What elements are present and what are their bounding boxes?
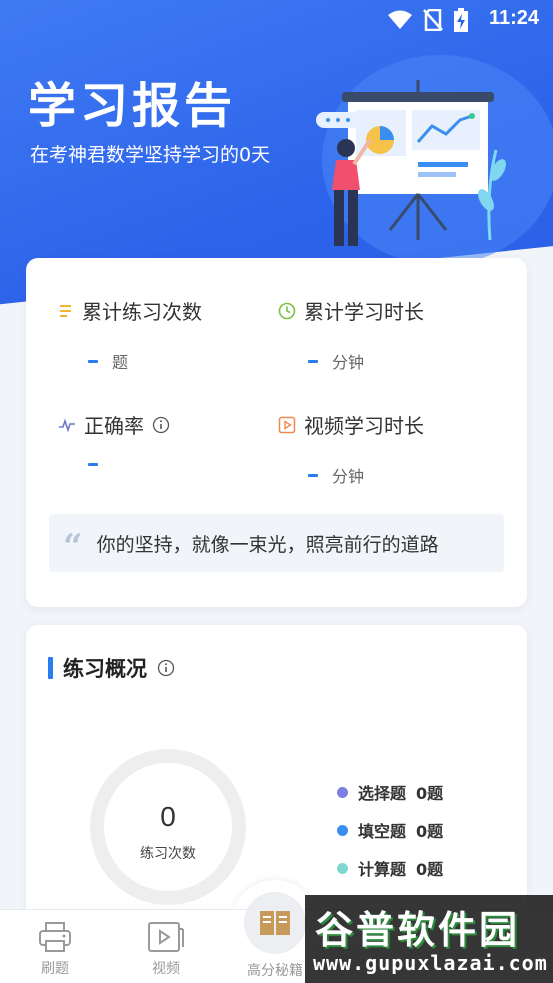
section-accent-bar — [48, 657, 53, 679]
practice-total-label: 练习次数 — [140, 846, 196, 862]
stat-unit: 题 — [112, 353, 129, 372]
stat-accuracy: 正确率 — [58, 410, 278, 466]
clock-icon — [278, 302, 296, 319]
legend-item-calculation: 计算题 0题 — [337, 849, 443, 887]
summary-card: 累计练习次数 题 累计学习时长 分钟 正确率 视频学习时长 分钟 “ 你的坚持，… — [26, 258, 527, 607]
battery-charging-icon — [454, 8, 468, 32]
presentation-illustration — [316, 55, 553, 260]
legend-dot — [337, 824, 348, 836]
practice-legend: 选择题 0题 填空题 0题 计算题 0题 — [337, 773, 443, 887]
legend-count: 0题 — [416, 860, 444, 879]
video-icon — [278, 416, 296, 433]
legend-dot — [337, 786, 348, 798]
legend-item-choice: 选择题 0题 — [337, 773, 443, 811]
stat-value — [88, 359, 98, 363]
secrets-tab-button[interactable] — [244, 892, 306, 954]
practice-donut-chart: 0 练习次数 — [90, 749, 246, 905]
tab-video[interactable]: 视频 — [126, 910, 206, 983]
info-icon[interactable] — [157, 659, 175, 677]
printer-icon — [39, 922, 71, 952]
practice-total: 0 — [160, 801, 176, 832]
wifi-icon — [388, 10, 412, 29]
legend-count: 0题 — [416, 784, 444, 803]
stat-total-practice: 累计练习次数 题 — [58, 296, 278, 373]
legend-label: 计算题 — [358, 860, 407, 879]
stat-video-time: 视频学习时长 分钟 — [278, 410, 498, 487]
info-icon[interactable] — [152, 416, 170, 434]
quote-mark-icon: “ — [63, 527, 83, 567]
stat-label: 正确率 — [84, 414, 144, 438]
page-subtitle: 在考神君数学坚持学习的0天 — [30, 144, 271, 166]
watermark-url: www.gupuxlazai.com — [313, 951, 548, 975]
video-play-icon — [148, 922, 184, 952]
stat-label: 累计学习时长 — [304, 300, 424, 324]
page-title: 学习报告 — [28, 78, 237, 134]
legend-label: 填空题 — [358, 822, 407, 841]
stat-label: 累计练习次数 — [82, 300, 202, 324]
quote-text: 你的坚持，就像一束光，照亮前行的道路 — [96, 533, 439, 556]
tab-label: 视频 — [152, 961, 180, 977]
legend-count: 0题 — [416, 822, 444, 841]
status-bar: 11:24 — [0, 0, 553, 38]
status-icons — [387, 8, 469, 32]
watermark-name: 谷普软件园 — [315, 908, 521, 952]
legend-item-fill-blank: 填空题 0题 — [337, 811, 443, 849]
section-header: 练习概况 — [48, 653, 175, 683]
motivation-quote: “ 你的坚持，就像一束光，照亮前行的道路 — [49, 514, 504, 572]
stat-value — [88, 463, 98, 466]
legend-dot — [337, 862, 348, 874]
tab-practice[interactable]: 刷题 — [15, 910, 95, 983]
no-sim-icon — [423, 9, 443, 31]
stat-value — [308, 359, 318, 363]
section-title: 练习概况 — [63, 657, 147, 681]
tab-label: 高分秘籍 — [247, 963, 303, 979]
stat-value — [308, 473, 318, 477]
status-time: 11:24 — [488, 7, 539, 29]
stat-label: 视频学习时长 — [304, 414, 424, 438]
tab-label: 刷题 — [41, 961, 69, 977]
stat-total-time: 累计学习时长 分钟 — [278, 296, 498, 373]
legend-label: 选择题 — [358, 784, 407, 803]
list-icon — [60, 304, 71, 317]
pulse-icon — [59, 417, 75, 433]
site-watermark: 谷普软件园 www.gupuxlazai.com — [305, 895, 553, 983]
book-icon — [260, 911, 290, 935]
stat-unit: 分钟 — [332, 467, 365, 486]
stat-unit: 分钟 — [332, 353, 365, 372]
